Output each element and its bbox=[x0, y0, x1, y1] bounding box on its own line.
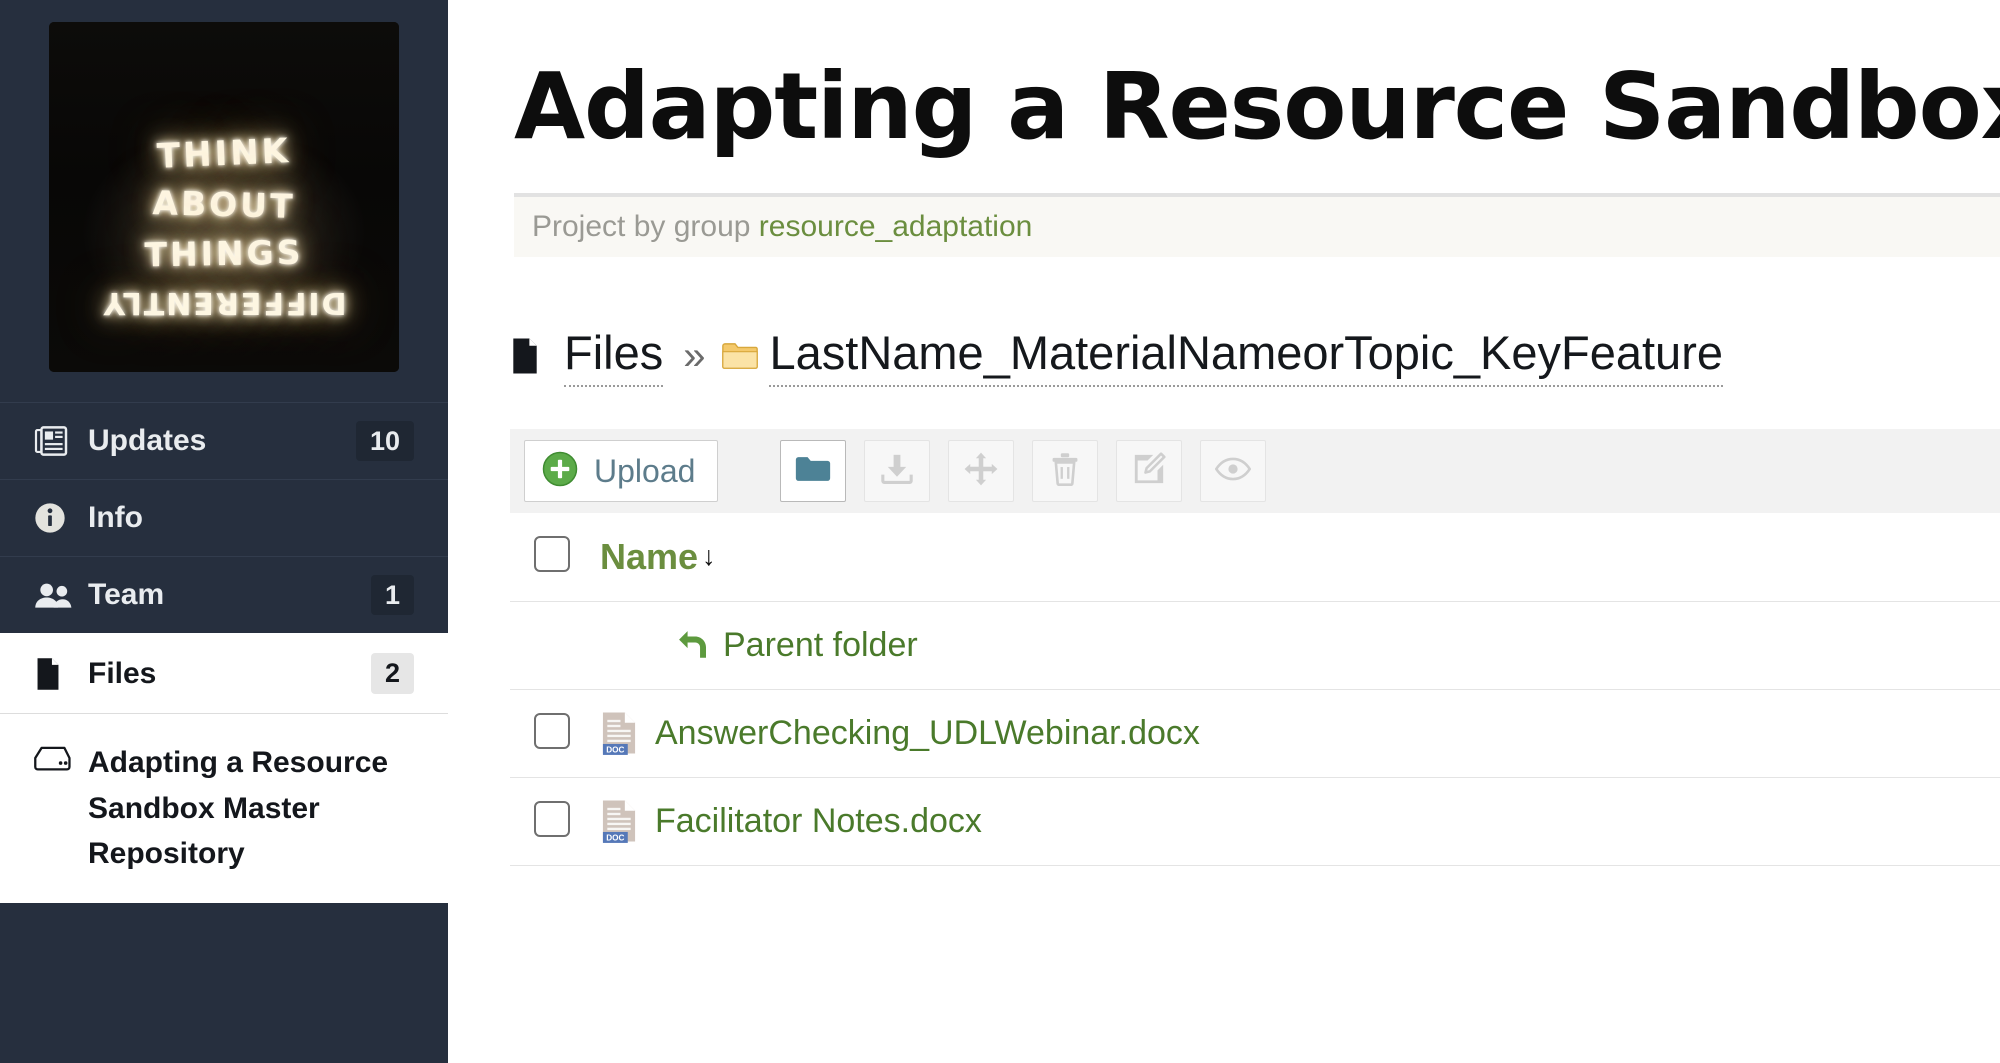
doc-file-icon: DOC bbox=[600, 799, 638, 844]
table-row-parent-folder[interactable]: Parent folder bbox=[510, 601, 2000, 690]
file-icon bbox=[510, 337, 540, 375]
parent-folder-label: Parent folder bbox=[723, 625, 918, 664]
neon-sign-image: THINK ABOUT THINGS DIFFERENTLY bbox=[49, 22, 399, 372]
sort-direction-arrow: ↓ bbox=[702, 541, 716, 572]
delete-button[interactable] bbox=[1032, 440, 1099, 503]
file-name-cell: DOC Facilitator Notes.docx bbox=[600, 777, 2000, 866]
breadcrumb: Files » LastName_MaterialNameorTopic_Key… bbox=[510, 325, 2000, 388]
view-button[interactable] bbox=[1200, 440, 1267, 503]
parent-row-check-cell bbox=[510, 601, 600, 690]
sidebar-item-label: Team bbox=[88, 578, 165, 611]
svg-text:DOC: DOC bbox=[606, 833, 624, 842]
return-arrow-icon bbox=[672, 629, 706, 661]
folder-icon bbox=[721, 341, 759, 371]
neon-text-line-3: THINGS bbox=[144, 232, 304, 275]
file-icon bbox=[34, 657, 74, 691]
toolbar-action-group bbox=[780, 440, 1284, 503]
users-icon bbox=[34, 581, 74, 609]
neon-text-line-1: THINK bbox=[156, 131, 292, 177]
neon-text-line-4: DIFFERENTLY bbox=[101, 284, 347, 320]
neon-text-line-2: ABOUT bbox=[151, 182, 297, 226]
sort-by-name-button[interactable]: Name ↓ bbox=[600, 536, 716, 578]
page-title: Adapting a Resource Sandbox bbox=[514, 53, 2000, 160]
file-name-cell: DOC AnswerChecking_UDLWebinar.docx bbox=[600, 689, 2000, 778]
sidebar-item-label: Files bbox=[88, 656, 157, 690]
storage-drive-icon bbox=[34, 744, 74, 772]
sidebar-item-files[interactable]: Files 2 bbox=[0, 633, 448, 713]
table-header-row: Name ↓ bbox=[510, 513, 2000, 602]
plus-circle-icon bbox=[542, 451, 578, 492]
sidebar-item-label: Info bbox=[88, 501, 143, 534]
files-table: Name ↓ Parent folder DOC AnswerChecking_… bbox=[510, 513, 2000, 866]
parent-folder-cell: Parent folder bbox=[600, 601, 2000, 690]
file-entry[interactable]: DOC Facilitator Notes.docx bbox=[600, 799, 2000, 844]
name-column-header: Name ↓ bbox=[600, 513, 2000, 602]
download-button[interactable] bbox=[864, 440, 931, 503]
table-row[interactable]: DOC AnswerChecking_UDLWebinar.docx bbox=[510, 689, 2000, 778]
row-check-cell bbox=[510, 689, 600, 778]
table-row[interactable]: DOC Facilitator Notes.docx bbox=[510, 777, 2000, 866]
sidebar-item-label: Adapting a Resource Sandbox Master Repos… bbox=[88, 746, 389, 871]
breadcrumb-current-folder[interactable]: LastName_MaterialNameorTopic_KeyFeature bbox=[769, 325, 1723, 388]
sidebar-item-team[interactable]: Team 1 bbox=[0, 556, 448, 633]
folder-icon bbox=[794, 454, 832, 489]
main-content: Adapting a Resource Sandbox Project by g… bbox=[448, 0, 2000, 1063]
doc-file-icon: DOC bbox=[600, 711, 638, 756]
sidebar-item-updates[interactable]: Updates 10 bbox=[0, 402, 448, 479]
breadcrumb-separator: » bbox=[683, 333, 706, 378]
sidebar-item-label: Updates bbox=[88, 424, 207, 457]
files-count-badge: 2 bbox=[370, 653, 414, 694]
sidebar-nav: Updates 10 Info Team 1 Files 2 Adapting … bbox=[0, 402, 448, 903]
info-circle-icon bbox=[34, 502, 74, 534]
upload-button[interactable]: Upload bbox=[524, 440, 719, 503]
group-link[interactable]: resource_adaptation bbox=[759, 210, 1033, 243]
select-all-cell bbox=[510, 513, 600, 602]
name-header-label: Name bbox=[600, 535, 699, 577]
rename-button[interactable] bbox=[1116, 440, 1183, 503]
move-button[interactable] bbox=[948, 440, 1015, 503]
newspaper-icon bbox=[34, 426, 74, 456]
trash-icon bbox=[1050, 452, 1080, 491]
eye-icon bbox=[1215, 456, 1252, 487]
breadcrumb-files-link[interactable]: Files bbox=[564, 325, 664, 388]
file-entry[interactable]: DOC AnswerChecking_UDLWebinar.docx bbox=[600, 711, 2000, 756]
download-icon bbox=[880, 453, 914, 490]
team-count-badge: 1 bbox=[370, 574, 414, 616]
sidebar-item-info[interactable]: Info bbox=[0, 479, 448, 556]
row-check-cell bbox=[510, 777, 600, 866]
app-root: THINK ABOUT THINGS DIFFERENTLY Updates 1… bbox=[0, 0, 2000, 1063]
svg-text:DOC: DOC bbox=[606, 745, 624, 754]
move-arrows-icon bbox=[964, 452, 998, 491]
sidebar: THINK ABOUT THINGS DIFFERENTLY Updates 1… bbox=[0, 0, 448, 1063]
sidebar-item-master-repository[interactable]: Adapting a Resource Sandbox Master Repos… bbox=[0, 713, 448, 903]
edit-pencil-icon bbox=[1132, 452, 1166, 491]
updates-count-badge: 10 bbox=[355, 420, 414, 462]
project-cover-photo: THINK ABOUT THINGS DIFFERENTLY bbox=[49, 22, 399, 372]
file-name-label: Facilitator Notes.docx bbox=[655, 801, 982, 840]
select-all-checkbox[interactable] bbox=[534, 536, 570, 573]
subtitle-prefix: Project by group bbox=[532, 210, 751, 244]
new-folder-button[interactable] bbox=[780, 440, 847, 503]
upload-button-label: Upload bbox=[594, 452, 696, 489]
row-checkbox[interactable] bbox=[534, 712, 570, 749]
files-toolbar: Upload bbox=[510, 429, 2000, 514]
parent-folder-link[interactable]: Parent folder bbox=[600, 626, 2000, 665]
file-name-label: AnswerChecking_UDLWebinar.docx bbox=[655, 713, 1200, 752]
row-checkbox[interactable] bbox=[534, 800, 570, 837]
project-subtitle-bar: Project by group resource_adaptation bbox=[514, 193, 2000, 258]
